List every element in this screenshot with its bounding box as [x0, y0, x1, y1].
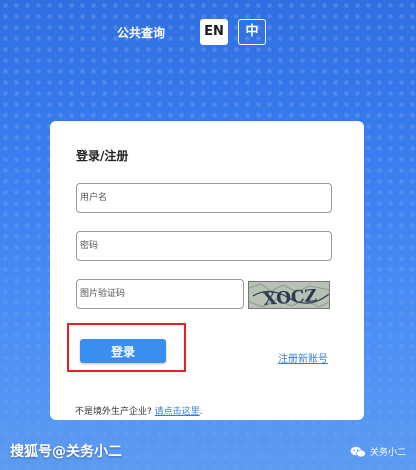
login-card: 登录/注册 XOCZ 登录 注册新账号 不是境外生产企业? 请点击这里.	[50, 121, 364, 420]
register-link[interactable]: 注册新账号	[278, 350, 328, 365]
wechat-icon	[350, 446, 366, 457]
captcha-image[interactable]: XOCZ	[248, 281, 330, 309]
watermark-right: 关务小二	[350, 445, 406, 458]
login-title: 登录/注册	[76, 149, 129, 163]
lang-en-button[interactable]: EN	[200, 19, 228, 45]
public-query-link[interactable]: 公共查询	[117, 24, 165, 41]
top-bar: 公共查询 EN 中	[0, 0, 416, 70]
login-button-highlight	[67, 323, 186, 372]
lang-zh-button[interactable]: 中	[238, 19, 266, 45]
watermark-left: 搜狐号@关务小二	[10, 444, 122, 460]
foreign-question: 不是境外生产企业?	[75, 407, 152, 417]
captcha-text: XOCZ	[263, 286, 318, 309]
captcha-input[interactable]	[76, 279, 244, 309]
foreign-period: .	[199, 407, 203, 417]
password-input[interactable]	[76, 231, 332, 261]
watermark-right-text: 关务小二	[369, 448, 406, 458]
username-input[interactable]	[76, 183, 332, 213]
captcha-noise-svg: XOCZ	[249, 282, 329, 309]
foreign-click-link[interactable]: 请点击这里	[155, 407, 200, 417]
foreign-enterprise-line: 不是境外生产企业? 请点击这里.	[75, 404, 203, 417]
